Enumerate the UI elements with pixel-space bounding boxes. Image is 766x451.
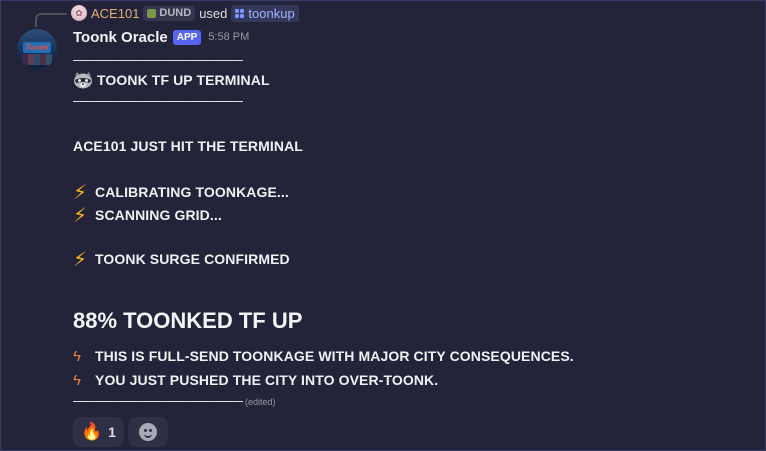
divider-text: —————————————— (73, 92, 243, 108)
detail-line-2: ϟ YOU JUST PUSHED THE CITY INTO OVER-TOON… (73, 372, 438, 389)
user-avatar-icon[interactable]: ✿ (71, 5, 87, 21)
app-badge: APP (172, 29, 202, 45)
chat-message-panel: ✿ ACE101 DUND used toonkup Toonk Toonk O… (0, 0, 766, 451)
status-text: SCANNING GRID... (95, 207, 222, 223)
status-line-calibrating: ⚡ CALIBRATING TOONKAGE... (73, 180, 289, 205)
message-header: Toonk Oracle APP 5:58 PM (73, 27, 249, 47)
headline: 88% TOONKED TF UP (73, 308, 303, 333)
lightning-icon: ⚡ (73, 205, 88, 227)
divider-text: —————————————— (73, 392, 243, 408)
hit-line: ACE101 JUST HIT THE TERMINAL (73, 138, 303, 154)
edited-label[interactable]: (edited) (245, 397, 276, 407)
terminal-title-line: TOONK TF UP TERMINAL (73, 71, 270, 89)
guild-tag-label: DUND (159, 7, 192, 19)
divider-bottom: —————————————— (73, 92, 243, 108)
lightning-icon: ⚡ (73, 182, 88, 204)
command-name: toonkup (248, 5, 295, 21)
guild-tag-icon (147, 8, 157, 18)
confirm-line: ⚡ TOONK SURGE CONFIRMED (73, 247, 290, 272)
divider-final: —————————————— (edited) (73, 392, 276, 408)
bot-avatar-city-art (22, 54, 52, 65)
reaction-bar: 🔥 1 (73, 417, 168, 447)
reaction-count: 1 (108, 424, 116, 440)
guild-tag[interactable]: DUND (143, 5, 196, 21)
detail-text: YOU JUST PUSHED THE CITY INTO OVER-TOONK… (95, 372, 439, 388)
slash-command-chip[interactable]: toonkup (231, 4, 299, 22)
author-name[interactable]: Toonk Oracle (73, 29, 168, 46)
small-lightning-icon: ϟ (73, 372, 82, 389)
detail-line-1: ϟ THIS IS FULL-SEND TOONKAGE WITH MAJOR C… (73, 348, 574, 365)
small-lightning-icon: ϟ (73, 348, 82, 365)
reply-connector (35, 13, 67, 27)
command-grid-icon (235, 8, 245, 18)
reply-username[interactable]: ACE101 (91, 6, 139, 21)
bot-avatar[interactable]: Toonk (17, 29, 57, 69)
detail-text: THIS IS FULL-SEND TOONKAGE WITH MAJOR CI… (95, 348, 574, 364)
status-text: CALIBRATING TOONKAGE... (95, 184, 289, 200)
command-reply-context[interactable]: ✿ ACE101 DUND used toonkup (71, 4, 299, 22)
used-label: used (199, 5, 228, 21)
fire-icon: 🔥 (81, 422, 103, 441)
divider-top: —————————————— (73, 51, 243, 67)
add-reaction-button[interactable] (127, 417, 168, 447)
terminal-title: TOONK TF UP TERMINAL (97, 72, 270, 88)
bot-avatar-logo: Toonk (23, 42, 51, 53)
divider-text: —————————————— (73, 51, 243, 67)
status-line-scanning: ⚡ SCANNING GRID... (73, 203, 222, 228)
confirm-text: TOONK SURGE CONFIRMED (95, 251, 290, 267)
raccoon-icon (74, 72, 92, 89)
lightning-icon: ⚡ (73, 249, 88, 271)
message-timestamp[interactable]: 5:58 PM (208, 31, 249, 43)
add-reaction-icon (138, 423, 157, 441)
reaction-fire[interactable]: 🔥 1 (73, 417, 124, 447)
